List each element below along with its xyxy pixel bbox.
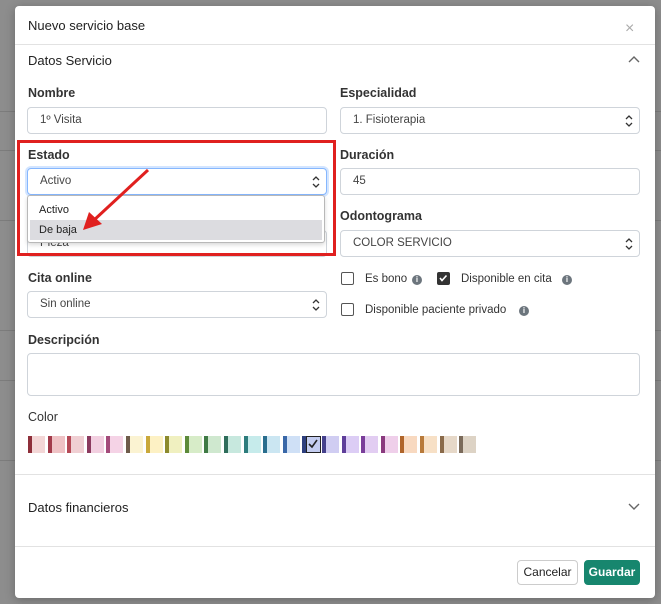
section-datos-servicio-title[interactable]: Datos Servicio (28, 53, 112, 68)
color-swatch-light[interactable] (326, 436, 339, 453)
color-swatch-light[interactable] (286, 436, 300, 453)
color-swatch-light[interactable] (169, 436, 183, 453)
chevron-up-icon[interactable] (626, 52, 642, 68)
descripcion-textarea[interactable] (27, 353, 640, 396)
color-swatch-light[interactable] (365, 436, 379, 453)
duracion-value: 45 (353, 175, 366, 187)
disponible-privado-checkbox[interactable] (341, 303, 354, 316)
info-icon: i (519, 306, 529, 316)
cita-online-value: Sin online (40, 298, 91, 310)
descripcion-label: Descripción (28, 333, 100, 347)
section-divider (15, 474, 655, 475)
odontograma-value: COLOR SERVICIO (353, 237, 452, 249)
nombre-label: Nombre (28, 86, 76, 100)
color-swatch-light[interactable] (424, 436, 437, 453)
select-arrows-icon (625, 238, 633, 250)
color-swatch-light[interactable] (130, 436, 143, 453)
disponible-cita-checkbox[interactable] (437, 272, 450, 285)
cancel-button[interactable]: Cancelar (517, 560, 578, 585)
color-swatch-light[interactable] (71, 436, 85, 453)
odontograma-label: Odontograma (340, 209, 422, 223)
new-service-modal: Nuevo servicio base × Datos Servicio Nom… (15, 6, 655, 598)
color-swatch-light[interactable] (267, 436, 281, 453)
color-swatch-light[interactable] (51, 436, 65, 453)
color-swatch-light[interactable] (345, 436, 359, 453)
checkmark-icon (439, 274, 448, 282)
select-arrows-icon (625, 115, 633, 127)
annotation-highlight-box (17, 140, 336, 256)
color-swatch-light[interactable] (384, 436, 398, 453)
color-swatch-light[interactable] (208, 436, 222, 453)
close-icon[interactable]: × (625, 21, 634, 37)
nombre-input[interactable]: 1º Visita (27, 107, 327, 134)
es-bono-label: Es bono (365, 273, 408, 285)
especialidad-select[interactable]: 1. Fisioterapia (340, 107, 640, 134)
odontograma-select[interactable]: COLOR SERVICIO (340, 230, 640, 257)
info-icon: i (412, 275, 422, 285)
color-swatch-light[interactable] (32, 436, 45, 453)
annotation-arrow-icon (83, 168, 150, 230)
modal-title: Nuevo servicio base (28, 18, 146, 33)
duracion-input[interactable]: 45 (340, 168, 640, 195)
color-swatch-light[interactable] (463, 436, 477, 453)
info-icon: i (562, 275, 572, 285)
nombre-value: 1º Visita (40, 114, 82, 126)
color-swatch-light[interactable] (404, 436, 418, 453)
section-datos-financieros-title[interactable]: Datos financieros (28, 500, 128, 515)
disponible-cita-label: Disponible en cita (461, 273, 552, 285)
header-divider (15, 44, 655, 45)
footer-divider (15, 546, 655, 547)
color-swatch-light[interactable] (188, 436, 202, 453)
especialidad-value: 1. Fisioterapia (353, 114, 426, 126)
cita-online-select[interactable]: Sin online (27, 291, 327, 318)
selected-check-icon (308, 439, 319, 449)
cita-online-label: Cita online (28, 271, 92, 285)
chevron-down-icon[interactable] (626, 498, 642, 514)
color-swatch-light[interactable] (110, 436, 124, 453)
color-swatch-light[interactable] (443, 436, 457, 453)
disponible-privado-label: Disponible paciente privado (365, 304, 507, 316)
color-swatch-light[interactable] (247, 436, 261, 453)
select-arrows-icon (312, 299, 320, 311)
duracion-label: Duración (340, 148, 395, 162)
color-label: Color (28, 410, 58, 424)
color-swatch-light[interactable] (306, 436, 322, 453)
color-swatch-light[interactable] (228, 436, 241, 453)
es-bono-checkbox[interactable] (341, 272, 354, 285)
color-swatch-light[interactable] (90, 436, 104, 453)
save-button[interactable]: Guardar (584, 560, 640, 585)
color-swatch-light[interactable] (149, 436, 163, 453)
especialidad-label: Especialidad (340, 86, 417, 100)
